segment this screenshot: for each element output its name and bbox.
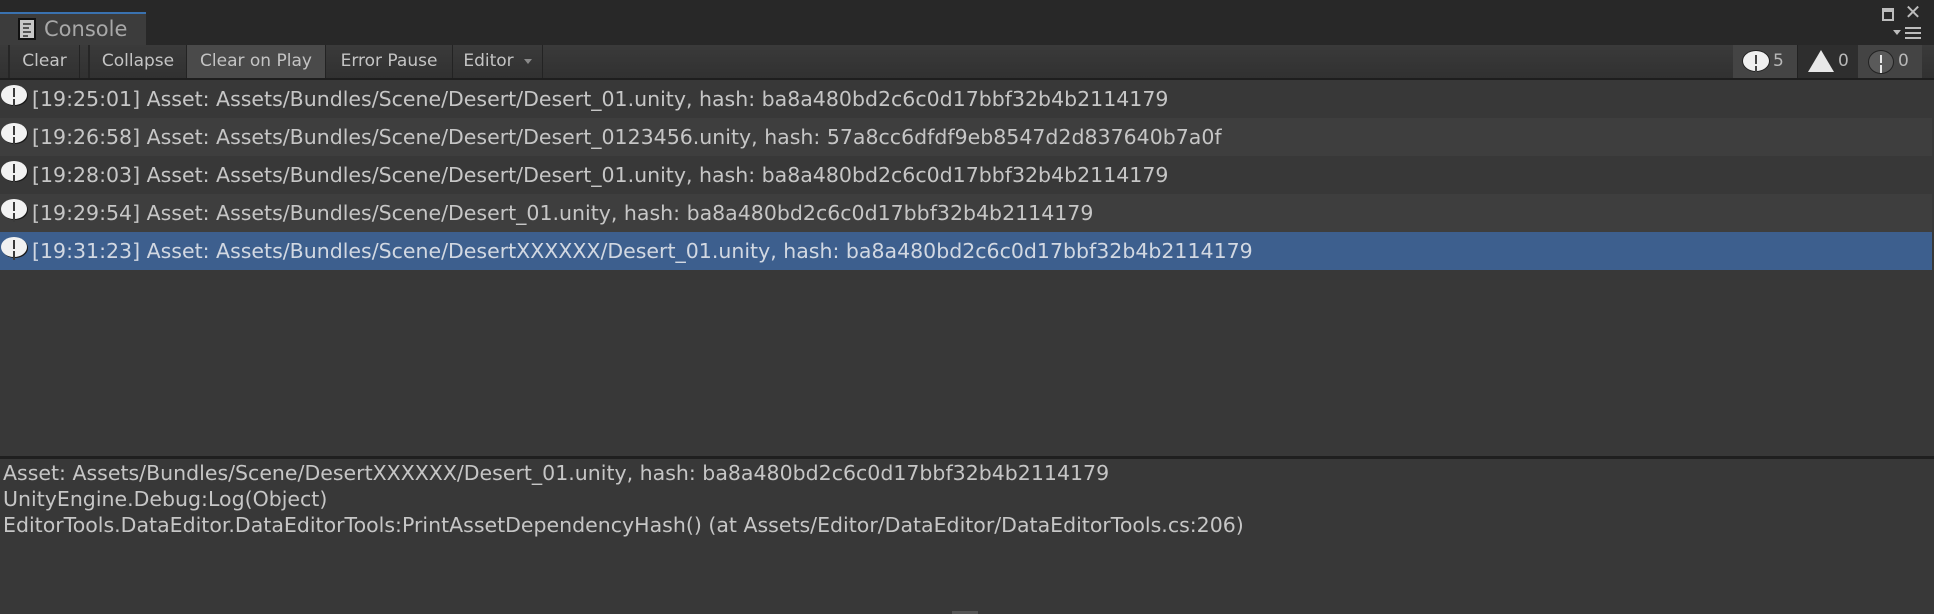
warning-filter-toggle[interactable]: 0 <box>1797 45 1858 78</box>
info-icon <box>1743 51 1769 71</box>
detail-stack-frame-link[interactable]: EditorTools.DataEditor.DataEditorTools:P… <box>3 512 1244 538</box>
close-icon[interactable]: ✕ <box>1904 2 1922 22</box>
detail-message: Asset: Assets/Bundles/Scene/DesertXXXXXX… <box>3 461 1110 485</box>
error-count: 0 <box>1898 51 1909 71</box>
chevron-down-icon <box>523 58 532 64</box>
info-icon <box>1 85 27 105</box>
log-entry-list[interactable]: [19:25:01] Asset: Assets/Bundles/Scene/D… <box>0 80 1934 456</box>
info-icon <box>1 237 27 257</box>
log-entry-text: [19:25:01] Asset: Assets/Bundles/Scene/D… <box>32 87 1169 111</box>
editor-dropdown-label: Editor <box>463 51 514 71</box>
dropdown-arrow-icon <box>1893 30 1901 35</box>
warning-count: 0 <box>1838 51 1849 71</box>
log-entry-text: [19:26:58] Asset: Assets/Bundles/Scene/D… <box>32 125 1222 149</box>
tab-label: Console <box>44 17 128 41</box>
log-entry-text: [19:29:54] Asset: Assets/Bundles/Scene/D… <box>32 201 1094 225</box>
editor-dropdown[interactable]: Editor <box>453 45 543 78</box>
console-toolbar: Clear Collapse Clear on Play Error Pause… <box>0 45 1934 80</box>
error-filter-toggle[interactable]: 0 <box>1858 45 1922 78</box>
hamburger-icon <box>1905 27 1921 39</box>
tab-console[interactable]: Console <box>0 12 146 45</box>
info-count: 5 <box>1773 51 1784 71</box>
collapse-toggle[interactable]: Collapse <box>90 45 187 78</box>
tab-menu-icon[interactable] <box>1893 26 1925 40</box>
log-entry[interactable]: [19:25:01] Asset: Assets/Bundles/Scene/D… <box>0 80 1932 118</box>
info-icon <box>1 123 27 143</box>
log-entry-text: [19:28:03] Asset: Assets/Bundles/Scene/D… <box>32 163 1169 187</box>
info-filter-toggle[interactable]: 5 <box>1733 45 1797 78</box>
info-icon <box>1 161 27 181</box>
log-entry-text: [19:31:23] Asset: Assets/Bundles/Scene/D… <box>32 239 1253 263</box>
window-title-bar: Console ✕ <box>0 0 1934 45</box>
log-detail-panel[interactable]: Asset: Assets/Bundles/Scene/DesertXXXXXX… <box>0 459 1934 614</box>
clear-on-play-toggle[interactable]: Clear on Play <box>187 45 326 78</box>
log-entry[interactable]: [19:26:58] Asset: Assets/Bundles/Scene/D… <box>0 118 1932 156</box>
log-entry-selected[interactable]: [19:31:23] Asset: Assets/Bundles/Scene/D… <box>0 232 1932 270</box>
info-icon <box>1 199 27 219</box>
maximize-icon[interactable] <box>1882 8 1894 21</box>
console-document-icon <box>18 18 36 40</box>
log-entry[interactable]: [19:28:03] Asset: Assets/Bundles/Scene/D… <box>0 156 1932 194</box>
clear-button[interactable]: Clear <box>10 45 80 78</box>
warning-icon <box>1808 50 1834 72</box>
log-entry[interactable]: [19:29:54] Asset: Assets/Bundles/Scene/D… <box>0 194 1932 232</box>
error-icon <box>1868 50 1894 74</box>
error-pause-toggle[interactable]: Error Pause <box>326 45 453 78</box>
detail-stack-frame: UnityEngine.Debug:Log(Object) <box>3 487 328 511</box>
